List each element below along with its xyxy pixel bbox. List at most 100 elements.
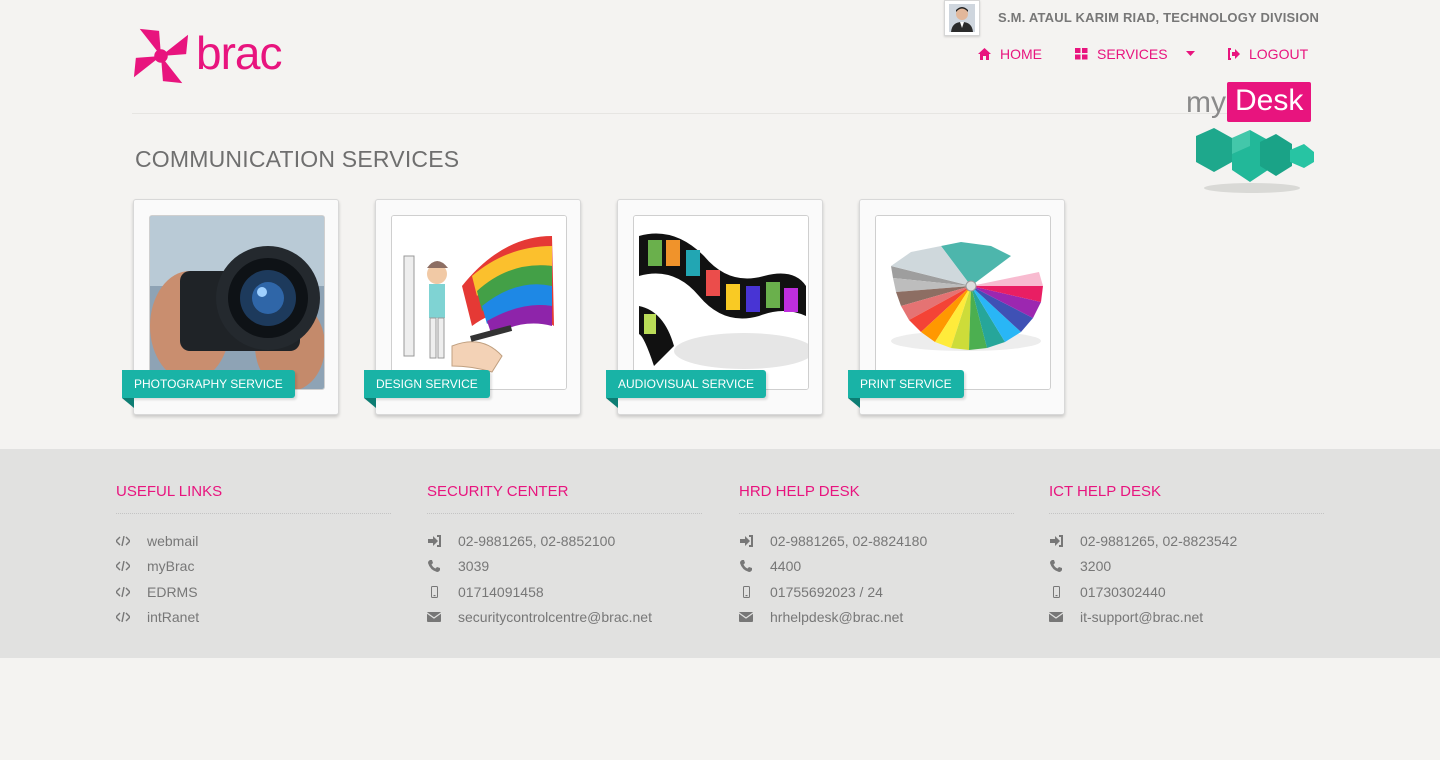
contact-value: securitycontrolcentre@brac.net (458, 609, 652, 626)
hrd-phone: 02-9881265, 02-8824180 (739, 528, 1014, 554)
envelope-icon (739, 610, 753, 624)
contact-value: 4400 (770, 558, 802, 575)
audiovisual-image (633, 215, 809, 390)
service-card-design[interactable]: DESIGN SERVICE (364, 199, 581, 415)
code-icon (116, 585, 130, 599)
useful-links-heading: USEFUL LINKS (116, 483, 391, 514)
useful-links-section: USEFUL LINKS webmail myBrac EDRMS intRan… (116, 483, 391, 630)
user-avatar[interactable] (944, 0, 980, 36)
nav-logout[interactable]: LOGOUT (1227, 46, 1308, 62)
code-icon (116, 610, 130, 624)
hrd-extension: 4400 (739, 554, 1014, 580)
security-center-section: SECURITY CENTER 02-9881265, 02-8852100 3… (427, 483, 702, 630)
nav-home[interactable]: HOME (978, 46, 1042, 62)
link-edrms[interactable]: EDRMS (116, 579, 391, 605)
ict-mobile: 01730302440 (1049, 579, 1324, 605)
service-card-print[interactable]: PRINT SERVICE (848, 199, 1065, 415)
chevron-down-icon[interactable] (1185, 51, 1195, 57)
brac-logo[interactable]: brac (132, 26, 282, 86)
contact-value: 02-9881265, 02-8823542 (1080, 532, 1238, 549)
design-service-label[interactable]: DESIGN SERVICE (364, 370, 490, 398)
link-label: myBrac (147, 558, 195, 575)
label-fold (848, 398, 860, 408)
hrd-contact-list: 02-9881265, 02-8824180 4400 01755692023 … (739, 528, 1014, 630)
signin-icon (739, 534, 753, 548)
nav-services[interactable]: SERVICES (1075, 46, 1195, 62)
security-phone: 02-9881265, 02-8852100 (427, 528, 702, 554)
link-webmail[interactable]: webmail (116, 528, 391, 554)
security-mobile: 01714091458 (427, 579, 702, 605)
contact-value: 3200 (1080, 558, 1112, 575)
mydesk-prefix: my (1186, 86, 1226, 119)
ict-email[interactable]: it-support@brac.net (1049, 605, 1324, 631)
audiovisual-service-label[interactable]: AUDIOVISUAL SERVICE (606, 370, 767, 398)
ict-help-desk-heading: ICT HELP DESK (1049, 483, 1324, 514)
security-extension: 3039 (427, 554, 702, 580)
signin-icon (427, 534, 441, 548)
hrd-mobile: 01755692023 / 24 (739, 579, 1014, 605)
link-label: webmail (147, 532, 199, 549)
security-contact-list: 02-9881265, 02-8852100 3039 01714091458 … (427, 528, 702, 630)
security-email[interactable]: securitycontrolcentre@brac.net (427, 605, 702, 631)
mydesk-highlight: Desk (1227, 82, 1312, 122)
link-label: intRanet (147, 609, 200, 626)
brac-logo-mark-icon (133, 28, 189, 84)
contact-value: it-support@brac.net (1080, 609, 1204, 626)
user-name: S.M. ATAUL KARIM RIAD, TECHNOLOGY DIVISI… (998, 10, 1320, 25)
user-info: S.M. ATAUL KARIM RIAD, TECHNOLOGY DIVISI… (944, 0, 1319, 36)
contact-value: 02-9881265, 02-8824180 (770, 532, 928, 549)
photography-image (149, 215, 325, 390)
design-image (391, 215, 567, 390)
ict-extension: 3200 (1049, 554, 1324, 580)
home-icon (978, 48, 991, 60)
contact-value: 01755692023 / 24 (770, 583, 883, 600)
print-service-label[interactable]: PRINT SERVICE (848, 370, 964, 398)
hrd-email[interactable]: hrhelpdesk@brac.net (739, 605, 1014, 631)
footer: USEFUL LINKS webmail myBrac EDRMS intRan… (0, 449, 1440, 658)
print-image (875, 215, 1051, 390)
contact-value: 3039 (458, 558, 490, 575)
color-swatch-fan-image (876, 216, 1050, 389)
phone-icon (739, 559, 753, 573)
brand-name: brac (196, 27, 282, 79)
service-card-audiovisual[interactable]: AUDIOVISUAL SERVICE (606, 199, 823, 415)
nav-services-label: SERVICES (1097, 46, 1168, 62)
signin-icon (1049, 534, 1063, 548)
envelope-icon (427, 610, 441, 624)
mobile-icon (1049, 585, 1063, 599)
useful-links-list: webmail myBrac EDRMS intRanet (116, 528, 391, 630)
link-label: EDRMS (147, 583, 198, 600)
contact-value: 01714091458 (458, 583, 544, 600)
hrd-help-desk-section: HRD HELP DESK 02-9881265, 02-8824180 440… (739, 483, 1014, 630)
security-center-heading: SECURITY CENTER (427, 483, 702, 514)
contact-value: 01730302440 (1080, 583, 1166, 600)
code-icon (116, 559, 130, 573)
contact-value: hrhelpdesk@brac.net (770, 609, 904, 626)
link-intranet[interactable]: intRanet (116, 605, 391, 631)
label-fold (364, 398, 376, 408)
nav-home-label: HOME (1000, 46, 1042, 62)
logout-icon (1228, 48, 1240, 60)
ict-help-desk-section: ICT HELP DESK 02-9881265, 02-8823542 320… (1049, 483, 1324, 630)
photography-service-label[interactable]: PHOTOGRAPHY SERVICE (122, 370, 295, 398)
nav-logout-label: LOGOUT (1249, 46, 1309, 62)
mobile-icon (739, 585, 753, 599)
page-title: COMMUNICATION SERVICES (135, 146, 460, 172)
grid-icon (1075, 48, 1088, 60)
ict-contact-list: 02-9881265, 02-8823542 3200 01730302440 … (1049, 528, 1324, 630)
header-divider (132, 113, 1308, 114)
code-icon (116, 534, 130, 548)
mydesk-cubes-icon (1196, 128, 1314, 193)
service-card-photography[interactable]: PHOTOGRAPHY SERVICE (122, 199, 339, 415)
phone-icon (427, 559, 441, 573)
link-mybrac[interactable]: myBrac (116, 554, 391, 580)
mobile-icon (427, 585, 441, 599)
hrd-help-desk-heading: HRD HELP DESK (739, 483, 1014, 514)
film-strip-image (634, 216, 808, 389)
ict-phone: 02-9881265, 02-8823542 (1049, 528, 1324, 554)
contact-value: 02-9881265, 02-8852100 (458, 532, 616, 549)
avatar-person-icon (949, 4, 975, 32)
designer-illustration-image (392, 216, 566, 389)
envelope-icon (1049, 610, 1063, 624)
label-fold (122, 398, 134, 408)
